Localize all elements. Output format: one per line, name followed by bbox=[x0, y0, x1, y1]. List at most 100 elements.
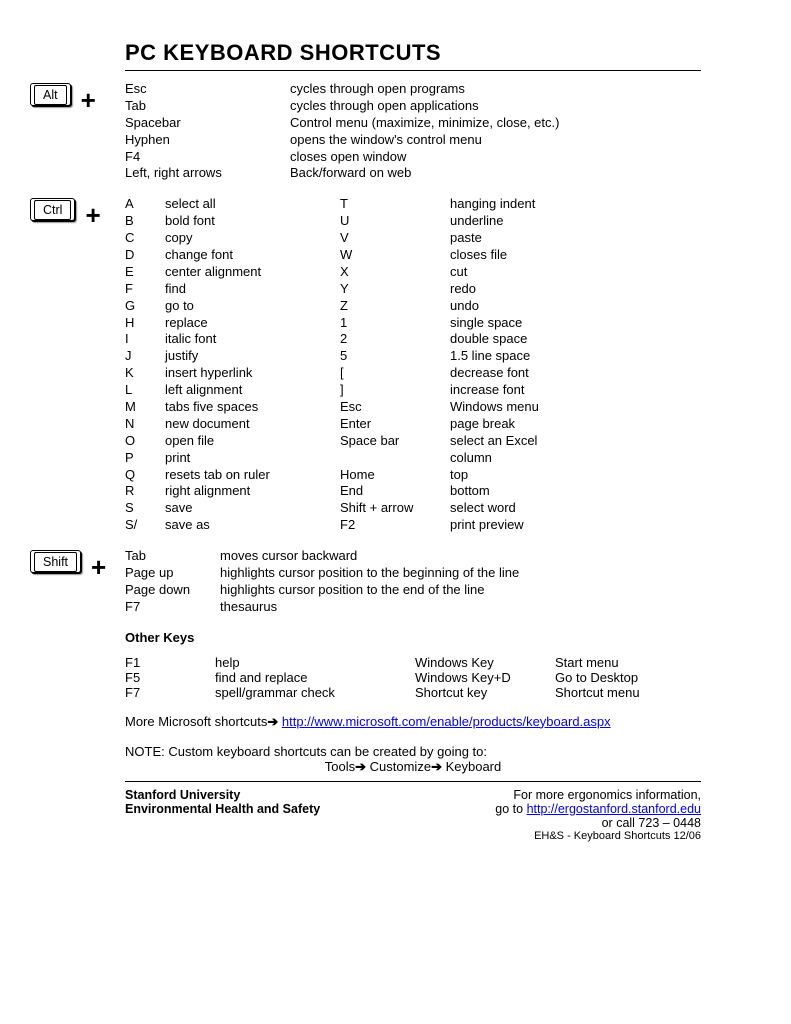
cell: Page up bbox=[125, 565, 220, 582]
note-customize: Customize bbox=[370, 759, 431, 774]
cell: F4 bbox=[125, 149, 290, 166]
cell: U bbox=[340, 213, 450, 230]
cell: justify bbox=[165, 348, 340, 365]
cell: G bbox=[125, 298, 165, 315]
footer-org2: Environmental Health and Safety bbox=[125, 802, 320, 816]
cell: 2 bbox=[340, 331, 450, 348]
cell: right alignment bbox=[165, 483, 340, 500]
cell: resets tab on ruler bbox=[165, 467, 340, 484]
cell: Esc bbox=[125, 81, 290, 98]
arrow-icon: ➔ bbox=[431, 759, 442, 774]
cell: F5 bbox=[125, 670, 215, 685]
cell: K bbox=[125, 365, 165, 382]
custom-note: NOTE: Custom keyboard shortcuts can be c… bbox=[125, 744, 701, 775]
note-line1: NOTE: Custom keyboard shortcuts can be c… bbox=[125, 744, 701, 759]
alt-keycap: Alt bbox=[30, 83, 71, 106]
cell: bold font bbox=[165, 213, 340, 230]
cell: left alignment bbox=[165, 382, 340, 399]
cell: Windows Key bbox=[415, 655, 555, 670]
plus-icon: + bbox=[81, 87, 96, 113]
cell: cycles through open programs bbox=[290, 81, 701, 98]
cell: Shortcut menu bbox=[555, 685, 701, 700]
cell: F7 bbox=[125, 685, 215, 700]
cell: paste bbox=[450, 230, 701, 247]
footer: Stanford University Environmental Health… bbox=[125, 788, 701, 842]
other-keys-heading: Other Keys bbox=[125, 630, 701, 645]
footer-org1: Stanford University bbox=[125, 788, 320, 802]
arrow-icon: ➔ bbox=[355, 759, 366, 774]
cell: opens the window's control menu bbox=[290, 132, 701, 149]
cell: R bbox=[125, 483, 165, 500]
cell bbox=[340, 450, 450, 467]
cell: underline bbox=[450, 213, 701, 230]
cell: select word bbox=[450, 500, 701, 517]
cell: find and replace bbox=[215, 670, 415, 685]
cell: Shift + arrow bbox=[340, 500, 450, 517]
cell: print preview bbox=[450, 517, 701, 534]
cell: Shortcut key bbox=[415, 685, 555, 700]
cell: hanging indent bbox=[450, 196, 701, 213]
ctrl-table: Aselect allThanging indentBbold fontUund… bbox=[125, 196, 701, 534]
footer-info3: or call 723 – 0448 bbox=[495, 816, 701, 830]
cell: change font bbox=[165, 247, 340, 264]
ctrl-keycap-label: Ctrl bbox=[34, 200, 71, 220]
cell: go to bbox=[165, 298, 340, 315]
cell: find bbox=[165, 281, 340, 298]
cell: highlights cursor position to the beginn… bbox=[220, 565, 701, 582]
alt-keycap-label: Alt bbox=[34, 85, 67, 105]
shift-keycap: Shift bbox=[30, 550, 81, 573]
more-shortcuts-link[interactable]: http://www.microsoft.com/enable/products… bbox=[282, 714, 611, 729]
cell: replace bbox=[165, 315, 340, 332]
cell: print bbox=[165, 450, 340, 467]
cell: L bbox=[125, 382, 165, 399]
footer-link[interactable]: http://ergostanford.stanford.edu bbox=[527, 802, 701, 816]
cell: Spacebar bbox=[125, 115, 290, 132]
cell: Y bbox=[340, 281, 450, 298]
cell: Home bbox=[340, 467, 450, 484]
other-keys-table: F1helpWindows KeyStart menuF5find and re… bbox=[125, 655, 701, 700]
cell: ] bbox=[340, 382, 450, 399]
cell: Tab bbox=[125, 98, 290, 115]
cell: increase font bbox=[450, 382, 701, 399]
cell: A bbox=[125, 196, 165, 213]
cell: select an Excel bbox=[450, 433, 701, 450]
cell: H bbox=[125, 315, 165, 332]
note-keyboard: Keyboard bbox=[446, 759, 502, 774]
cell: Hyphen bbox=[125, 132, 290, 149]
page-title: PC KEYBOARD SHORTCUTS bbox=[125, 40, 701, 66]
cell: F7 bbox=[125, 599, 220, 616]
cell: bottom bbox=[450, 483, 701, 500]
cell: F bbox=[125, 281, 165, 298]
plus-icon: + bbox=[85, 202, 100, 228]
cell: undo bbox=[450, 298, 701, 315]
plus-icon: + bbox=[91, 554, 106, 580]
cell: Esc bbox=[340, 399, 450, 416]
cell: J bbox=[125, 348, 165, 365]
footer-info1: For more ergonomics information, bbox=[495, 788, 701, 802]
cell: Q bbox=[125, 467, 165, 484]
ctrl-keycap: Ctrl bbox=[30, 198, 75, 221]
cell: Z bbox=[340, 298, 450, 315]
cell: P bbox=[125, 450, 165, 467]
cell: Tab bbox=[125, 548, 220, 565]
title-rule bbox=[125, 70, 701, 71]
cell: W bbox=[340, 247, 450, 264]
ctrl-section: Ctrl + Aselect allThanging indentBbold f… bbox=[30, 196, 701, 534]
cell: redo bbox=[450, 281, 701, 298]
more-shortcuts-line: More Microsoft shortcuts➔ http://www.mic… bbox=[125, 714, 701, 730]
note-tools: Tools bbox=[325, 759, 355, 774]
cell: column bbox=[450, 450, 701, 467]
shift-section: Shift + Tabmoves cursor backwardPage uph… bbox=[30, 548, 701, 616]
cell: copy bbox=[165, 230, 340, 247]
cell: Windows menu bbox=[450, 399, 701, 416]
cell: Enter bbox=[340, 416, 450, 433]
cell: X bbox=[340, 264, 450, 281]
cell: thesaurus bbox=[220, 599, 701, 616]
cell: save as bbox=[165, 517, 340, 534]
cell: help bbox=[215, 655, 415, 670]
cell: center alignment bbox=[165, 264, 340, 281]
cell: F1 bbox=[125, 655, 215, 670]
cell: E bbox=[125, 264, 165, 281]
cell: decrease font bbox=[450, 365, 701, 382]
shift-table: Tabmoves cursor backwardPage uphighlight… bbox=[125, 548, 701, 616]
